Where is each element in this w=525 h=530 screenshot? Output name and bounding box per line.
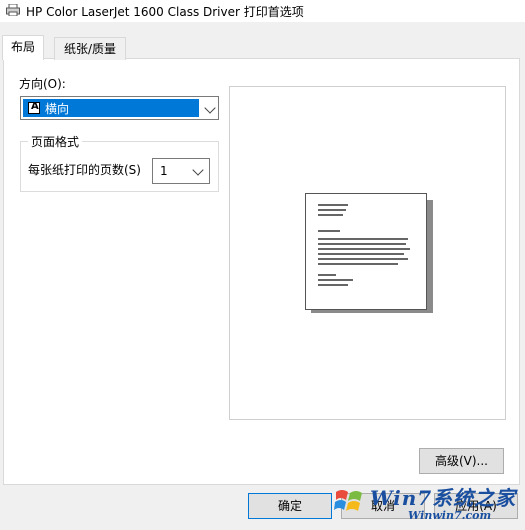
- pages-per-sheet-label: 每张纸打印的页数(S): [28, 163, 141, 177]
- orientation-label: 方向(O):: [19, 77, 66, 91]
- landscape-icon: A: [28, 101, 40, 114]
- orientation-selected: A 横向: [23, 99, 199, 117]
- window-title: HP Color LaserJet 1600 Class Driver 打印首选…: [26, 5, 304, 19]
- paper-preview-icon: [305, 193, 427, 310]
- pages-per-sheet-value: 1: [160, 164, 168, 178]
- orientation-dropdown[interactable]: A 横向: [20, 96, 219, 120]
- printer-icon: [6, 4, 20, 16]
- advanced-button[interactable]: 高级(V)...: [419, 448, 504, 474]
- chevron-down-icon: [204, 102, 216, 114]
- tab-layout[interactable]: 布局: [2, 35, 44, 60]
- ok-button[interactable]: 确定: [248, 493, 332, 519]
- pages-per-sheet-dropdown[interactable]: 1: [152, 158, 210, 184]
- apply-button[interactable]: 应用(A): [434, 493, 518, 519]
- title-bar: HP Color LaserJet 1600 Class Driver 打印首选…: [0, 0, 525, 22]
- cancel-button[interactable]: 取消: [341, 493, 425, 519]
- tab-paper-quality[interactable]: 纸张/质量: [54, 37, 126, 60]
- chevron-down-icon: [192, 164, 204, 176]
- page-format-title: 页面格式: [28, 133, 83, 150]
- orientation-value: 横向: [45, 102, 70, 116]
